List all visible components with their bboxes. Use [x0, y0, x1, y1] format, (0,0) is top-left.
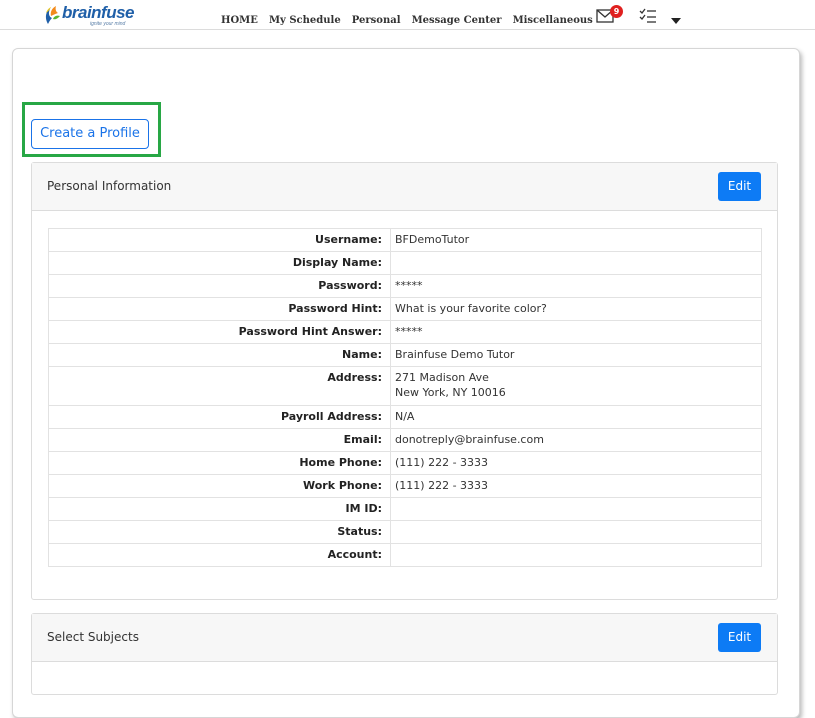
- brainfuse-logo-mark-icon: [45, 6, 60, 24]
- nav-link-my-schedule[interactable]: My Schedule: [269, 14, 341, 28]
- info-row: Email: donotreply@brainfuse.com: [48, 428, 762, 452]
- info-row: Password Hint: What is your favorite colo…: [48, 297, 762, 321]
- info-value: Brainfuse Demo Tutor: [390, 343, 762, 367]
- create-profile-button[interactable]: Create a Profile: [31, 119, 149, 149]
- edit-subjects-button[interactable]: Edit: [718, 623, 761, 652]
- info-value-line: BFDemoTutor: [395, 233, 470, 246]
- brand-name: brainfuse: [62, 3, 135, 22]
- info-value-line: New York, NY 10016: [395, 386, 506, 399]
- account-menu-toggle[interactable]: [671, 10, 681, 24]
- info-value-line: *****: [395, 325, 423, 338]
- info-value: [390, 497, 762, 521]
- info-row: Work Phone: (111) 222 - 3333: [48, 474, 762, 498]
- select-subjects-header: Select Subjects Edit: [32, 614, 777, 662]
- info-value: (111) 222 - 3333: [390, 474, 762, 498]
- info-label: Work Phone:: [48, 474, 391, 498]
- info-row: IM ID:: [48, 497, 762, 521]
- info-label: Payroll Address:: [48, 405, 391, 429]
- info-value: donotreply@brainfuse.com: [390, 428, 762, 452]
- brand-tagline: ignite your mind: [90, 21, 126, 27]
- info-value-line: 271 Madison Ave: [395, 371, 489, 384]
- nav-link-home[interactable]: HOME: [221, 14, 258, 28]
- info-label: Status:: [48, 520, 391, 544]
- top-navigation-bar: brainfuse ignite your mind HOME My Sched…: [0, 0, 815, 30]
- info-label: Password:: [48, 274, 391, 298]
- info-row: Name: Brainfuse Demo Tutor: [48, 343, 762, 367]
- info-label: Email:: [48, 428, 391, 452]
- info-value-line: donotreply@brainfuse.com: [395, 433, 544, 446]
- caret-down-icon: [671, 18, 681, 24]
- personal-info-table: Username: BFDemoTutor Display Name: Passwor…: [48, 228, 762, 567]
- personal-information-panel: Personal Information Edit Username: BFDem…: [31, 162, 778, 600]
- info-row: Payroll Address: N/A: [48, 405, 762, 429]
- info-value-line: N/A: [395, 410, 415, 423]
- info-value: (111) 222 - 3333: [390, 451, 762, 475]
- nav-link-message-center[interactable]: Message Center: [412, 14, 502, 28]
- info-row: Display Name:: [48, 251, 762, 275]
- select-subjects-panel: Select Subjects Edit: [31, 613, 778, 695]
- info-value-line: Brainfuse Demo Tutor: [395, 348, 515, 361]
- info-value: *****: [390, 274, 762, 298]
- info-row: Account:: [48, 543, 762, 567]
- info-value-line: *****: [395, 279, 423, 292]
- panel-title: Select Subjects: [47, 630, 139, 644]
- info-value: [390, 251, 762, 275]
- panel-title: Personal Information: [47, 179, 172, 193]
- info-value-line: (111) 222 - 3333: [395, 456, 489, 469]
- info-label: Account:: [48, 543, 391, 567]
- mail-count-badge: 9: [610, 5, 623, 18]
- info-row: Username: BFDemoTutor: [48, 228, 762, 252]
- info-value: What is your favorite color?: [390, 297, 762, 321]
- info-label: Password Hint:: [48, 297, 391, 321]
- nav-link-personal[interactable]: Personal: [352, 14, 401, 28]
- main-nav: HOME My Schedule Personal Message Center…: [221, 8, 599, 26]
- personal-information-header: Personal Information Edit: [32, 163, 777, 211]
- info-label: Display Name:: [48, 251, 391, 275]
- info-row: Address: 271 Madison Ave New York, NY 1001…: [48, 366, 762, 406]
- info-row: Password: *****: [48, 274, 762, 298]
- info-label: Address:: [48, 366, 391, 406]
- mail-button[interactable]: 9: [596, 5, 624, 25]
- task-list-icon: [639, 8, 656, 23]
- info-value: [390, 543, 762, 567]
- info-label: IM ID:: [48, 497, 391, 521]
- info-value: [390, 520, 762, 544]
- info-row: Password Hint Answer: *****: [48, 320, 762, 344]
- nav-link-miscellaneous[interactable]: Miscellaneous: [513, 14, 593, 28]
- info-value-line: What is your favorite color?: [395, 302, 547, 315]
- info-value: N/A: [390, 405, 762, 429]
- info-value-line: (111) 222 - 3333: [395, 479, 489, 492]
- info-value: BFDemoTutor: [390, 228, 762, 252]
- info-label: Username:: [48, 228, 391, 252]
- edit-personal-info-button[interactable]: Edit: [718, 172, 761, 201]
- info-value: *****: [390, 320, 762, 344]
- info-label: Name:: [48, 343, 391, 367]
- info-label: Password Hint Answer:: [48, 320, 391, 344]
- info-row: Home Phone: (111) 222 - 3333: [48, 451, 762, 475]
- brainfuse-logo[interactable]: brainfuse ignite your mind: [42, 4, 142, 28]
- info-row: Status:: [48, 520, 762, 544]
- info-value: 271 Madison Ave New York, NY 10016: [390, 366, 762, 406]
- info-label: Home Phone:: [48, 451, 391, 475]
- task-list-button[interactable]: [639, 8, 657, 24]
